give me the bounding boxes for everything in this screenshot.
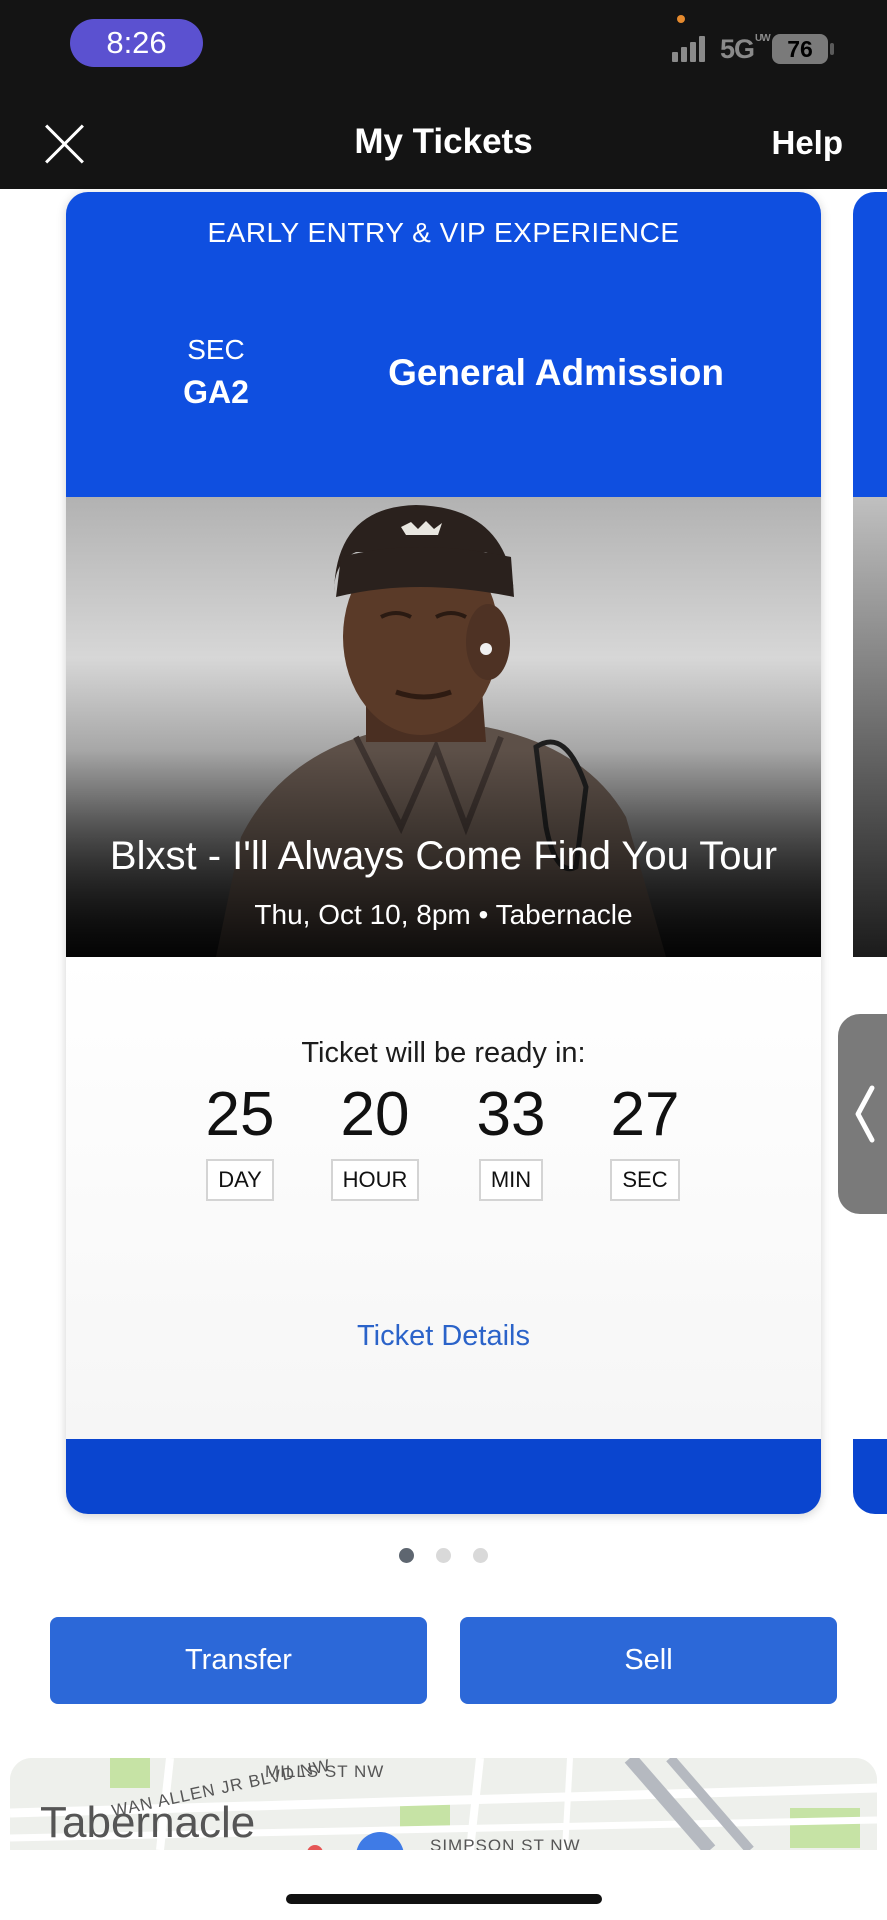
event-date-venue: Thu, Oct 10, 8pm • Tabernacle bbox=[254, 899, 633, 930]
sell-button[interactable]: Sell bbox=[460, 1617, 837, 1704]
ticket-footer bbox=[66, 1439, 821, 1514]
ticket-card[interactable]: EARLY ENTRY & VIP EXPERIENCE SEC GA2 Gen… bbox=[66, 192, 821, 1514]
pager-dot-active[interactable] bbox=[399, 1548, 414, 1563]
ticket-pager bbox=[0, 1548, 887, 1563]
pager-dot[interactable] bbox=[473, 1548, 488, 1563]
battery-level: 76 bbox=[787, 35, 813, 62]
page-title: My Tickets bbox=[354, 122, 533, 161]
side-panel-handle[interactable] bbox=[838, 1014, 887, 1214]
countdown-hours: 20 HOUR bbox=[330, 1080, 420, 1202]
ticket-banner: EARLY ENTRY & VIP EXPERIENCE bbox=[207, 217, 680, 248]
network-label: 5G bbox=[720, 34, 755, 64]
status-time: 8:26 bbox=[70, 19, 203, 67]
countdown-unit: MIN bbox=[478, 1159, 544, 1202]
ticket-body: Ticket will be ready in: 25 DAY 20 HOUR … bbox=[66, 957, 821, 1439]
map-street-label: SIMPSON ST NW bbox=[430, 1836, 581, 1850]
countdown-value: 20 bbox=[340, 1080, 410, 1149]
artist-photo bbox=[66, 497, 821, 957]
help-button[interactable]: Help bbox=[771, 124, 843, 162]
countdown-value: 27 bbox=[610, 1080, 680, 1149]
cellular-signal-icon bbox=[672, 36, 705, 62]
ready-label: Ticket will be ready in: bbox=[301, 1037, 586, 1069]
countdown-seconds: 27 SEC bbox=[600, 1080, 690, 1202]
home-indicator[interactable] bbox=[286, 1894, 602, 1904]
next-ticket-card[interactable] bbox=[853, 192, 887, 1514]
ticket-details-link[interactable]: Ticket Details bbox=[66, 1320, 821, 1353]
network-sup: UW bbox=[755, 33, 771, 44]
admission-type: General Admission bbox=[388, 352, 724, 393]
venue-map[interactable]: MILLS ST NW WAN ALLEN JR BLVD NW SIMPSON… bbox=[10, 1758, 877, 1850]
countdown-unit: DAY bbox=[206, 1159, 274, 1202]
section-value: GA2 bbox=[183, 374, 249, 410]
chevron-left-icon bbox=[855, 1085, 875, 1143]
battery-icon: 76 bbox=[772, 34, 828, 64]
countdown-minutes: 33 MIN bbox=[466, 1080, 556, 1202]
privacy-indicator-dot bbox=[677, 15, 685, 23]
ticket-header: EARLY ENTRY & VIP EXPERIENCE SEC GA2 Gen… bbox=[66, 192, 821, 497]
section-label: SEC bbox=[187, 334, 245, 365]
map-venue-label: Tabernacle bbox=[40, 1798, 256, 1847]
countdown-unit: SEC bbox=[610, 1159, 680, 1202]
top-bar: 8:26 5GUW 76 My Tickets Help bbox=[0, 0, 887, 189]
transfer-button[interactable]: Transfer bbox=[50, 1617, 427, 1704]
countdown-unit: HOUR bbox=[330, 1159, 420, 1202]
event-title: Blxst - I'll Always Come Find You Tour bbox=[109, 834, 778, 878]
battery-tip bbox=[830, 43, 834, 55]
countdown-value: 25 bbox=[205, 1080, 275, 1149]
event-image: Blxst - I'll Always Come Find You Tour T… bbox=[66, 497, 821, 957]
network-type: 5GUW bbox=[720, 33, 771, 65]
countdown-value: 33 bbox=[476, 1080, 546, 1149]
countdown-days: 25 DAY bbox=[195, 1080, 285, 1202]
pager-dot[interactable] bbox=[436, 1548, 451, 1563]
